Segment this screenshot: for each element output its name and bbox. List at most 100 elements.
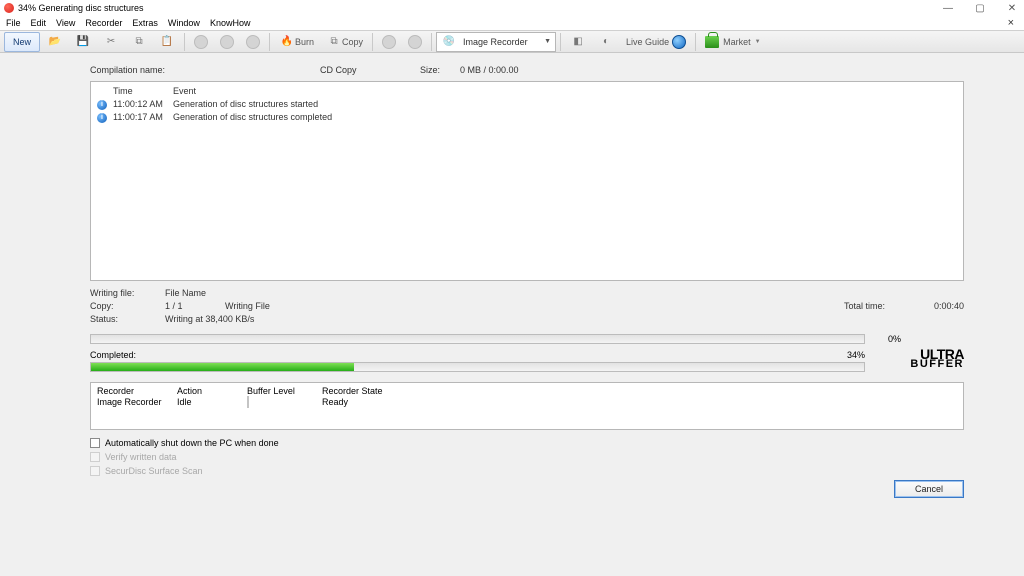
writing-label: Writing file:	[90, 287, 165, 300]
th-action: Action	[177, 386, 247, 396]
size-value: 0 MB / 0:00.00	[460, 65, 519, 75]
recorder-selected-label: Image Recorder	[463, 37, 528, 47]
window-controls: — ▢ ✕	[940, 3, 1020, 14]
completed-percent: 34%	[847, 350, 865, 360]
recorder-table-row: Image Recorder Idle Ready	[91, 396, 963, 408]
tool-e-button[interactable]: ◐	[593, 32, 619, 52]
log-event: Generation of disc structures started	[173, 98, 957, 111]
tool-d-button[interactable]: ◧	[565, 32, 591, 52]
menu-file[interactable]: File	[6, 18, 21, 28]
flame-icon: 🔥	[279, 34, 295, 50]
copy-label: Copy:	[90, 300, 165, 313]
log-row: i 11:00:17 AM Generation of disc structu…	[97, 111, 957, 124]
buffer-progress-wrap: 0%	[90, 334, 964, 344]
menu-extras[interactable]: Extras	[132, 18, 158, 28]
maximize-icon[interactable]: ▢	[972, 3, 988, 14]
buffer-percent: 0%	[871, 334, 901, 344]
total-time-value: 0:00:40	[914, 300, 964, 313]
burn-label: Burn	[295, 37, 314, 47]
securdisc-checkbox-row: SecurDisc Surface Scan	[90, 464, 964, 478]
new-button[interactable]: New	[4, 32, 40, 52]
burn-button[interactable]: 🔥 Burn	[274, 32, 319, 52]
total-time-label: Total time:	[844, 300, 914, 313]
circle-icon	[194, 35, 208, 49]
paste-button[interactable]: 📋	[154, 32, 180, 52]
log-event: Generation of disc structures completed	[173, 111, 957, 124]
writing-value: File Name	[165, 287, 385, 300]
disc-icon	[408, 35, 422, 49]
content-area: Compilation name: CD Copy Size: 0 MB / 0…	[0, 53, 1024, 576]
info-icon: i	[97, 100, 107, 110]
buffer-level-bar	[247, 396, 249, 408]
tag-icon: ◧	[570, 34, 586, 50]
shutdown-checkbox-row[interactable]: Automatically shut down the PC when done	[90, 436, 964, 450]
log-header: Time Event	[97, 86, 957, 96]
securdisc-label: SecurDisc Surface Scan	[105, 464, 203, 478]
checkbox-icon[interactable]	[90, 438, 100, 448]
menu-recorder[interactable]: Recorder	[85, 18, 122, 28]
compilation-value: CD Copy	[320, 65, 420, 75]
close-icon[interactable]: ✕	[1004, 3, 1020, 14]
copy-button[interactable]: ⧉ Copy	[321, 32, 368, 52]
recorder-select[interactable]: 💿 Image Recorder ▼	[436, 32, 556, 52]
titlebar: 34% Generating disc structures — ▢ ✕	[0, 0, 1024, 16]
tool-a-button[interactable]	[189, 32, 213, 52]
log-head-event: Event	[173, 86, 957, 96]
footer-area: Automatically shut down the PC when done…	[90, 436, 964, 496]
disc-icon	[382, 35, 396, 49]
ultra-line2: BUFFER	[910, 360, 964, 369]
liveguide-button[interactable]: Live Guide	[621, 32, 691, 52]
copy-label: Copy	[342, 37, 363, 47]
save-icon: 💾	[75, 34, 91, 50]
disc-copy-icon: ⧉	[326, 34, 342, 50]
menu-view[interactable]: View	[56, 18, 75, 28]
liveguide-label: Live Guide	[626, 37, 669, 47]
summary-row: Compilation name: CD Copy Size: 0 MB / 0…	[90, 65, 964, 75]
cancel-label: Cancel	[915, 484, 943, 494]
recorder-table-header: Recorder Action Buffer Level Recorder St…	[91, 383, 963, 396]
menu-knowhow[interactable]: KnowHow	[210, 18, 251, 28]
chevron-down-icon: ▼	[755, 39, 761, 45]
save-button[interactable]: 💾	[70, 32, 96, 52]
disc-a-button[interactable]	[377, 32, 401, 52]
toolbar-sep	[269, 33, 270, 51]
market-button[interactable]: Market ▼	[700, 32, 765, 52]
tool-b-button[interactable]	[215, 32, 239, 52]
toolbar-sep	[695, 33, 696, 51]
td-state: Ready	[322, 397, 442, 407]
status-label: Status:	[90, 313, 165, 326]
paste-icon: 📋	[159, 34, 175, 50]
copy-small-icon: ⧉	[131, 34, 147, 50]
circle-icon	[246, 35, 260, 49]
shutdown-label: Automatically shut down the PC when done	[105, 436, 279, 450]
tool-c-button[interactable]	[241, 32, 265, 52]
cut-button[interactable]: ✂	[98, 32, 124, 52]
panel-close-icon[interactable]: ×	[1008, 17, 1018, 29]
completed-progress-bar	[90, 362, 865, 372]
open-button[interactable]: 📂	[42, 32, 68, 52]
copy-tb-button[interactable]: ⧉	[126, 32, 152, 52]
drive-icon: 💿	[441, 34, 457, 50]
td-action: Idle	[177, 397, 247, 407]
app-icon	[4, 3, 14, 13]
minimize-icon[interactable]: —	[940, 3, 956, 14]
new-label: New	[13, 37, 31, 47]
completed-group: Completed: 34% ULTra BUFFER	[90, 350, 964, 372]
verify-checkbox-row: Verify written data	[90, 450, 964, 464]
th-buffer: Buffer Level	[247, 386, 322, 396]
checkbox-icon	[90, 466, 100, 476]
cancel-button[interactable]: Cancel	[894, 480, 964, 498]
toolbar-sep	[184, 33, 185, 51]
window-title: 34% Generating disc structures	[18, 3, 144, 13]
circle-icon	[220, 35, 234, 49]
disc-b-button[interactable]	[403, 32, 427, 52]
verify-label: Verify written data	[105, 450, 177, 464]
log-time: 11:00:12 AM	[113, 98, 173, 111]
log-time: 11:00:17 AM	[113, 111, 173, 124]
copy-value: 1 / 1	[165, 300, 225, 313]
menu-window[interactable]: Window	[168, 18, 200, 28]
basket-icon	[705, 36, 719, 48]
th-recorder: Recorder	[97, 386, 177, 396]
open-icon: 📂	[47, 34, 63, 50]
menu-edit[interactable]: Edit	[31, 18, 47, 28]
